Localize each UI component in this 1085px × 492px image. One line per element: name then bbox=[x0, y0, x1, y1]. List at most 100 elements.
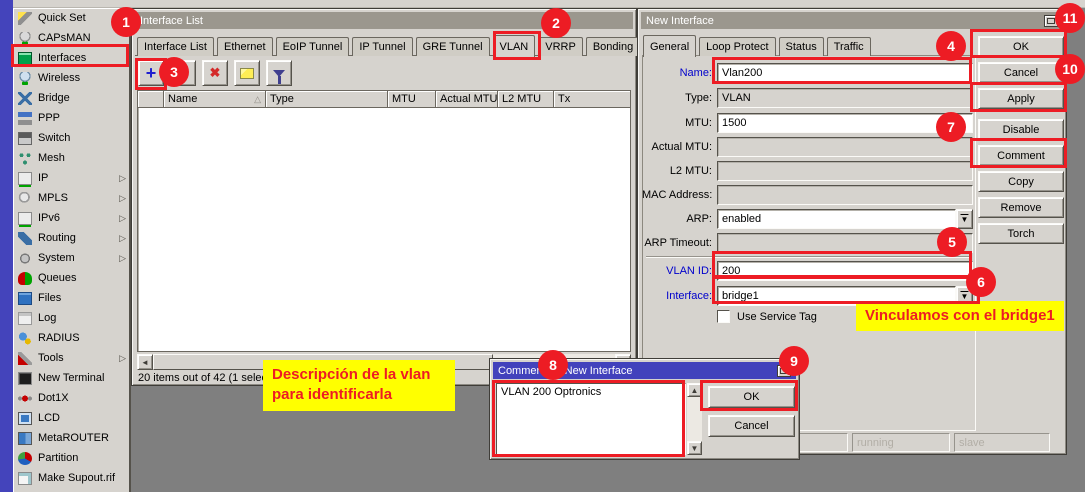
sidebar-item-label: Routing bbox=[38, 232, 76, 244]
disable-button[interactable]: ✖ bbox=[202, 60, 228, 86]
submenu-arrow-icon: ▷ bbox=[119, 173, 126, 184]
remove-button[interactable]: Remove bbox=[978, 197, 1064, 218]
comment-interface-button[interactable]: Comment bbox=[978, 145, 1064, 166]
sidebar-item-new-terminal[interactable]: New Terminal bbox=[13, 368, 129, 388]
metarouter-icon bbox=[18, 432, 32, 445]
arp-timeout-row: ARP Timeout: bbox=[642, 233, 973, 253]
new-interface-titlebar[interactable]: New Interface bbox=[641, 12, 1063, 29]
mac-address-value bbox=[717, 185, 973, 205]
name-input[interactable]: Vlan200 bbox=[717, 63, 973, 83]
comment-button[interactable] bbox=[234, 60, 260, 86]
interface-list-window: Interface List Interface List Ethernet E… bbox=[131, 8, 637, 386]
ip-icon bbox=[18, 172, 32, 185]
comment-dialog: Comment for New Interface VLAN 200 Optro… bbox=[489, 358, 800, 460]
sidebar-item-capsman[interactable]: CAPsMAN bbox=[13, 28, 129, 48]
filter-button[interactable] bbox=[266, 60, 292, 86]
sidebar-item-ppp[interactable]: PPP bbox=[13, 108, 129, 128]
sidebar-item-wireless[interactable]: Wireless bbox=[13, 68, 129, 88]
sidebar-item-queues[interactable]: Queues bbox=[13, 268, 129, 288]
scroll-down-button[interactable]: ▼ bbox=[687, 441, 702, 455]
sidebar-item-make-supout[interactable]: Make Supout.rif bbox=[13, 468, 129, 488]
sidebar-item-label: New Terminal bbox=[38, 372, 104, 384]
tab-gre-tunnel[interactable]: GRE Tunnel bbox=[416, 37, 490, 56]
tab-vrrp[interactable]: VRRP bbox=[538, 37, 583, 56]
tools-icon bbox=[18, 352, 32, 365]
winbox-screen: Quick Set CAPsMAN Interfaces Wireless Br… bbox=[0, 0, 1085, 492]
arp-timeout-value bbox=[717, 233, 973, 253]
sidebar-item-system[interactable]: System▷ bbox=[13, 248, 129, 268]
tab-loop-protect[interactable]: Loop Protect bbox=[699, 37, 775, 56]
mpls-icon bbox=[18, 192, 32, 205]
sidebar-item-metarouter[interactable]: MetaROUTER bbox=[13, 428, 129, 448]
torch-button[interactable]: Torch bbox=[978, 223, 1064, 244]
column-header-type[interactable]: Type bbox=[266, 91, 388, 108]
sidebar-item-radius[interactable]: RADIUS bbox=[13, 328, 129, 348]
routing-icon bbox=[18, 232, 32, 245]
tab-status[interactable]: Status bbox=[779, 37, 824, 56]
name-row: Name: Vlan200 bbox=[642, 63, 973, 83]
wireless-icon bbox=[18, 72, 32, 85]
files-icon bbox=[18, 292, 32, 305]
apply-button[interactable]: Apply bbox=[978, 88, 1064, 109]
tab-bonding[interactable]: Bonding bbox=[586, 37, 640, 56]
column-header-name[interactable]: Name△ bbox=[164, 91, 266, 108]
sidebar-item-partition[interactable]: Partition bbox=[13, 448, 129, 468]
note-vlan-description: Descripción de la vlan para identificarl… bbox=[263, 360, 455, 411]
sidebar-item-bridge[interactable]: Bridge bbox=[13, 88, 129, 108]
comment-cancel-button[interactable]: Cancel bbox=[708, 415, 795, 437]
sidebar-item-label: Quick Set bbox=[38, 12, 86, 24]
ok-button[interactable]: OK bbox=[978, 36, 1064, 57]
tab-eoip-tunnel[interactable]: EoIP Tunnel bbox=[276, 37, 350, 56]
comment-scrollbar[interactable]: ▲ ▼ bbox=[687, 383, 702, 455]
arp-select[interactable]: enabled bbox=[717, 209, 956, 229]
log-icon bbox=[18, 312, 32, 325]
sidebar-item-ip[interactable]: IP▷ bbox=[13, 168, 129, 188]
scroll-left-button[interactable]: ◄ bbox=[137, 354, 153, 370]
step-circle-5: 5 bbox=[937, 227, 967, 257]
column-header-tx[interactable]: Tx bbox=[554, 91, 630, 108]
status-running-segment: running bbox=[852, 433, 950, 452]
use-service-tag-checkbox[interactable] bbox=[717, 310, 730, 323]
sort-asc-icon: △ bbox=[254, 94, 261, 105]
step-circle-4: 4 bbox=[936, 31, 966, 61]
sidebar-item-ipv6[interactable]: IPv6▷ bbox=[13, 208, 129, 228]
arp-dropdown-button[interactable]: ▼ bbox=[956, 209, 973, 229]
column-header-actual-mtu[interactable]: Actual MTU bbox=[436, 91, 498, 108]
disable-interface-button[interactable]: Disable bbox=[978, 119, 1064, 140]
sidebar-item-lcd[interactable]: LCD bbox=[13, 408, 129, 428]
sidebar-item-label: CAPsMAN bbox=[38, 32, 91, 44]
column-header-select[interactable] bbox=[138, 91, 164, 108]
sidebar-item-interfaces[interactable]: Interfaces bbox=[13, 48, 129, 68]
sidebar-item-log[interactable]: Log bbox=[13, 308, 129, 328]
tab-ethernet[interactable]: Ethernet bbox=[217, 37, 273, 56]
comment-ok-button[interactable]: OK bbox=[708, 386, 795, 408]
sidebar-item-label: Mesh bbox=[38, 152, 65, 164]
tab-interface-list[interactable]: Interface List bbox=[137, 37, 214, 56]
tab-traffic[interactable]: Traffic bbox=[827, 37, 871, 56]
tab-vlan[interactable]: VLAN bbox=[493, 35, 536, 57]
sidebar-item-mpls[interactable]: MPLS▷ bbox=[13, 188, 129, 208]
tab-ip-tunnel[interactable]: IP Tunnel bbox=[352, 37, 412, 56]
copy-button[interactable]: Copy bbox=[978, 171, 1064, 192]
sidebar-item-tools[interactable]: Tools▷ bbox=[13, 348, 129, 368]
comment-textarea[interactable]: VLAN 200 Optronics bbox=[496, 383, 686, 455]
mtu-input[interactable]: 1500 bbox=[717, 113, 973, 133]
sidebar-item-partial bbox=[13, 488, 129, 492]
submenu-arrow-icon: ▷ bbox=[119, 253, 126, 264]
column-header-mtu[interactable]: MTU bbox=[388, 91, 436, 108]
tab-general[interactable]: General bbox=[643, 35, 696, 57]
scroll-up-button[interactable]: ▲ bbox=[687, 383, 702, 397]
sidebar-item-files[interactable]: Files bbox=[13, 288, 129, 308]
actual-mtu-row: Actual MTU: bbox=[642, 137, 973, 157]
column-header-l2-mtu[interactable]: L2 MTU bbox=[498, 91, 554, 108]
cancel-button[interactable]: Cancel bbox=[978, 62, 1064, 83]
vlan-id-input[interactable]: 200 bbox=[717, 261, 973, 281]
step-circle-2: 2 bbox=[541, 8, 571, 38]
type-label: Type: bbox=[642, 92, 712, 104]
submenu-arrow-icon: ▷ bbox=[119, 193, 126, 204]
mtu-label: MTU: bbox=[642, 117, 712, 129]
sidebar-item-mesh[interactable]: Mesh bbox=[13, 148, 129, 168]
sidebar-item-routing[interactable]: Routing▷ bbox=[13, 228, 129, 248]
sidebar-item-switch[interactable]: Switch bbox=[13, 128, 129, 148]
sidebar-item-dot1x[interactable]: Dot1X bbox=[13, 388, 129, 408]
